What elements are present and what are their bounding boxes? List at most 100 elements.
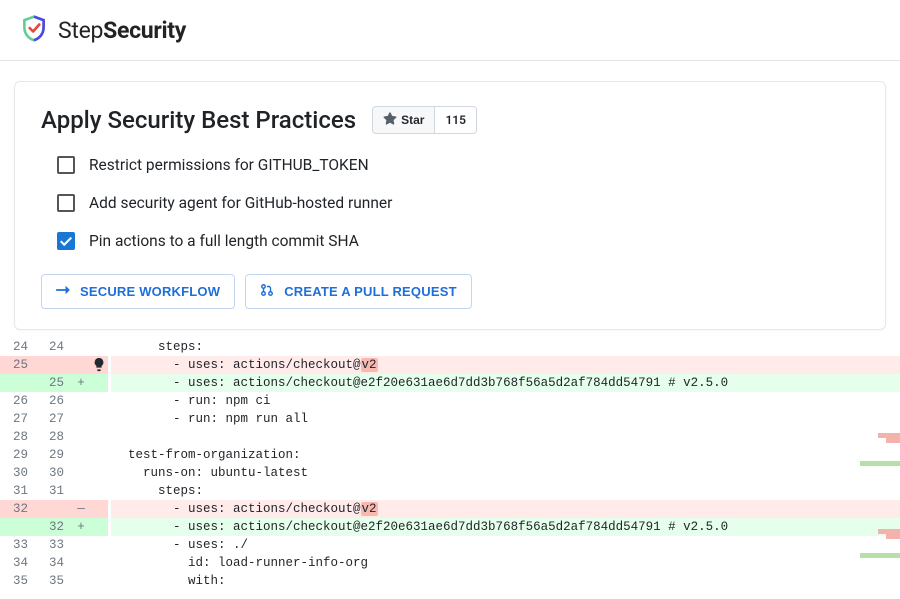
- app-header: StepSecurity: [0, 0, 900, 61]
- diff-line-ctx: 2424 steps:: [0, 338, 900, 356]
- line-number-new: 35: [36, 572, 72, 590]
- diff-line-del: 25 - uses: actions/checkout@v2: [0, 356, 900, 374]
- line-number-new: 26: [36, 392, 72, 410]
- line-number-old: 27: [0, 410, 36, 428]
- practice-checkbox-item[interactable]: Add security agent for GitHub-hosted run…: [57, 194, 859, 212]
- diff-marker: [72, 428, 90, 446]
- lightbulb-icon: [90, 392, 108, 410]
- diff-line-ctx: 3333 - uses: ./: [0, 536, 900, 554]
- line-number-old: 28: [0, 428, 36, 446]
- diff-marker: [72, 464, 90, 482]
- create-pull-request-button[interactable]: CREATE A PULL REQUEST: [245, 274, 472, 309]
- diff-line-add: 32+ - uses: actions/checkout@e2f20e631ae…: [0, 518, 900, 536]
- line-number-old: 33: [0, 536, 36, 554]
- diff-marker: —: [72, 500, 90, 518]
- removed-token: v2: [361, 502, 378, 516]
- lightbulb-icon: [90, 446, 108, 464]
- minimap-marker: [860, 553, 900, 558]
- diff-marker: [72, 446, 90, 464]
- arrow-right-icon: [56, 284, 70, 299]
- diff-marker: [72, 482, 90, 500]
- lightbulb-icon[interactable]: [90, 356, 108, 374]
- line-number-new: 29: [36, 446, 72, 464]
- diff-line-ctx: 2727 - run: npm run all: [0, 410, 900, 428]
- diff-marker: [72, 536, 90, 554]
- git-pull-request-icon: [260, 283, 274, 300]
- line-number-old: 35: [0, 572, 36, 590]
- line-number-new: 31: [36, 482, 72, 500]
- diff-marker: [72, 392, 90, 410]
- lightbulb-icon: [90, 410, 108, 428]
- code-content[interactable]: [111, 428, 900, 446]
- line-number-old: 26: [0, 392, 36, 410]
- practice-label: Pin actions to a full length commit SHA: [89, 232, 359, 250]
- practice-checkbox-item[interactable]: Restrict permissions for GITHUB_TOKEN: [57, 156, 859, 174]
- lightbulb-icon: [90, 482, 108, 500]
- code-content[interactable]: - uses: ./: [111, 536, 900, 554]
- diff-line-ctx: 3030 runs-on: ubuntu-latest: [0, 464, 900, 482]
- code-content[interactable]: test-from-organization:: [111, 446, 900, 464]
- code-content[interactable]: - uses: actions/checkout@v2: [111, 356, 900, 374]
- code-content[interactable]: id: load-runner-info-org: [111, 554, 900, 572]
- line-number-new: 33: [36, 536, 72, 554]
- code-content[interactable]: - uses: actions/checkout@e2f20e631ae6d7d…: [111, 374, 900, 392]
- line-number-old: [0, 374, 36, 392]
- practice-checkbox-item[interactable]: Pin actions to a full length commit SHA: [57, 232, 859, 250]
- code-content[interactable]: - uses: actions/checkout@v2: [111, 500, 900, 518]
- code-content[interactable]: steps:: [111, 338, 900, 356]
- lightbulb-icon: [90, 554, 108, 572]
- line-number-old: 24: [0, 338, 36, 356]
- line-number-new: [36, 356, 72, 374]
- star-count[interactable]: 115: [435, 106, 477, 134]
- practices-list: Restrict permissions for GITHUB_TOKEN Add…: [57, 156, 859, 250]
- lightbulb-icon: [90, 428, 108, 446]
- diff-view: 2424 steps:25 - uses: actions/checkout@v…: [0, 338, 900, 590]
- star-button[interactable]: Star: [372, 106, 435, 134]
- code-content[interactable]: steps:: [111, 482, 900, 500]
- diff-marker: +: [72, 518, 90, 536]
- button-label: SECURE WORKFLOW: [80, 284, 220, 299]
- line-number-new: 24: [36, 338, 72, 356]
- minimap-marker: [886, 438, 900, 443]
- button-label: CREATE A PULL REQUEST: [284, 284, 457, 299]
- diff-marker: [72, 554, 90, 572]
- lightbulb-icon: [90, 500, 108, 518]
- secure-workflow-button[interactable]: SECURE WORKFLOW: [41, 274, 235, 309]
- diff-line-add: 25+ - uses: actions/checkout@e2f20e631ae…: [0, 374, 900, 392]
- diff-minimap[interactable]: [860, 433, 900, 563]
- brand-logo[interactable]: StepSecurity: [20, 14, 186, 46]
- line-number-new: 28: [36, 428, 72, 446]
- code-content[interactable]: - run: npm run all: [111, 410, 900, 428]
- page-title: Apply Security Best Practices: [41, 106, 356, 134]
- diff-line-ctx: 3535 with:: [0, 572, 900, 590]
- brand-name: StepSecurity: [58, 17, 186, 44]
- checkbox-icon: [57, 156, 75, 174]
- diff-marker: [72, 356, 90, 374]
- star-label: Star: [401, 113, 424, 127]
- diff-line-ctx: 2929 test-from-organization:: [0, 446, 900, 464]
- diff-line-ctx: 3131 steps:: [0, 482, 900, 500]
- line-number-new: 34: [36, 554, 72, 572]
- code-content[interactable]: with:: [111, 572, 900, 590]
- lightbulb-icon: [90, 572, 108, 590]
- diff-marker: [72, 410, 90, 428]
- line-number-old: [0, 518, 36, 536]
- removed-token: v2: [361, 358, 378, 372]
- best-practices-card: Apply Security Best Practices Star 115 R…: [14, 81, 886, 330]
- lightbulb-icon: [90, 518, 108, 536]
- line-number-old: 30: [0, 464, 36, 482]
- line-number-old: 34: [0, 554, 36, 572]
- line-number-old: 32: [0, 500, 36, 518]
- code-content[interactable]: runs-on: ubuntu-latest: [111, 464, 900, 482]
- diff-line-ctx: 2828: [0, 428, 900, 446]
- code-content[interactable]: - run: npm ci: [111, 392, 900, 410]
- code-content[interactable]: - uses: actions/checkout@e2f20e631ae6d7d…: [111, 518, 900, 536]
- line-number-old: 31: [0, 482, 36, 500]
- practice-label: Add security agent for GitHub-hosted run…: [89, 194, 392, 212]
- line-number-new: 25: [36, 374, 72, 392]
- diff-line-ctx: 3434 id: load-runner-info-org: [0, 554, 900, 572]
- lightbulb-icon: [90, 374, 108, 392]
- line-number-new: [36, 500, 72, 518]
- checkbox-icon: [57, 194, 75, 212]
- diff-marker: +: [72, 374, 90, 392]
